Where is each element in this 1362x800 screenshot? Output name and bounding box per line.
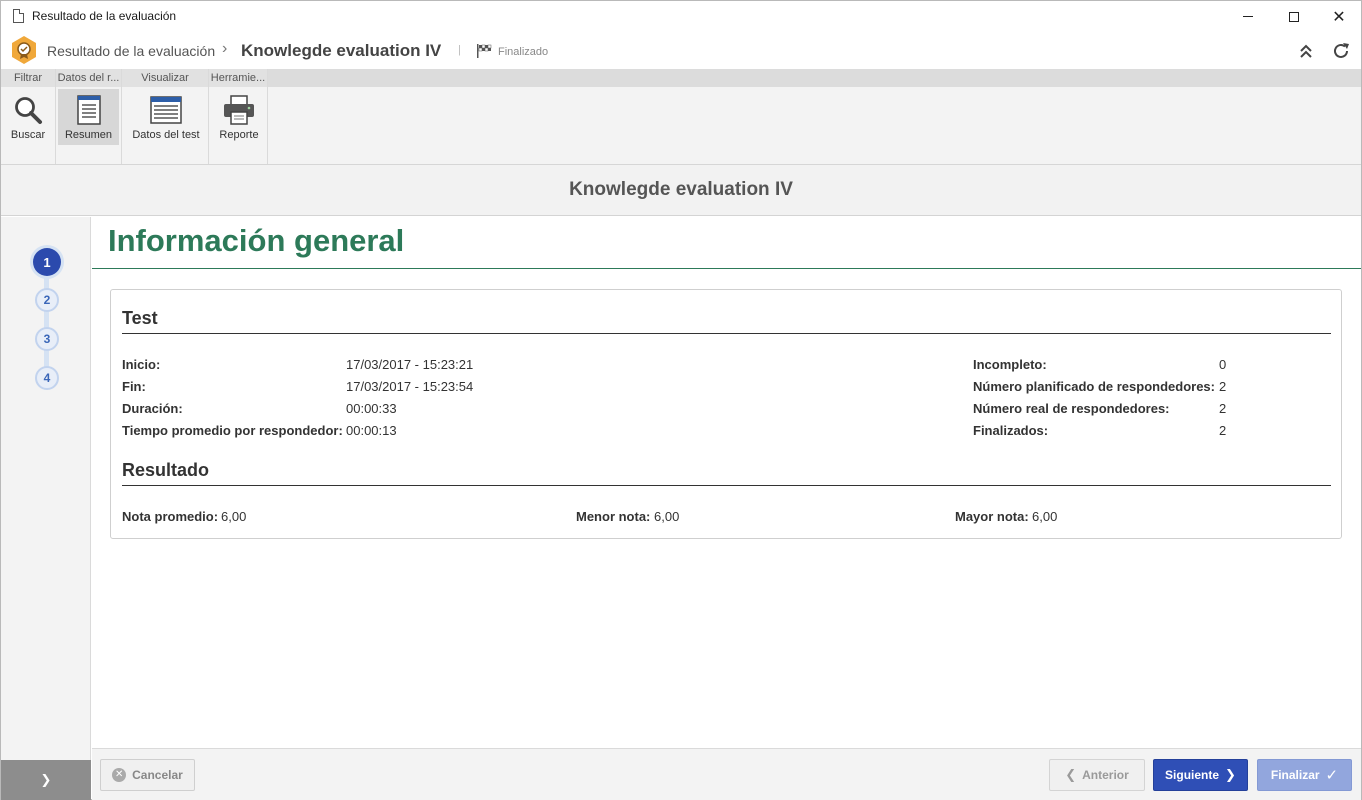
group-visualizar: Visualizar Datos del test (122, 69, 209, 164)
sidebar-expand-button[interactable]: ❯ (1, 760, 91, 800)
table-window-icon (150, 96, 182, 124)
planificado-label: Número planificado de respondedores: (973, 379, 1215, 394)
finish-button[interactable]: Finalizar ✓ (1257, 759, 1352, 791)
resultado-heading: Resultado (122, 460, 210, 480)
maximize-button[interactable] (1271, 1, 1317, 32)
planificado-value: 2 (1219, 379, 1227, 394)
breadcrumb-current: Knowlegde evaluation IV (241, 41, 442, 60)
app-window: Resultado de la evaluación ✕ Resultado d… (0, 0, 1362, 800)
group-filtrar: Filtrar Buscar (1, 69, 56, 164)
real-label: Número real de respondedores: (973, 401, 1170, 416)
step-1[interactable]: 1 (33, 248, 61, 276)
collapse-up-icon[interactable] (1298, 42, 1314, 60)
chevron-left-icon: ❮ (1065, 767, 1077, 783)
page-title: Knowlegde evaluation IV (569, 179, 793, 200)
tiempo-promedio-value: 00:00:13 (346, 423, 397, 438)
group-label-visualizar: Visualizar (122, 69, 208, 87)
cancel-label: Cancelar (132, 768, 183, 782)
document-icon (13, 9, 24, 23)
step-connector (44, 261, 49, 381)
incompleto-value: 0 (1219, 357, 1227, 372)
breadcrumb-divider: | (458, 44, 461, 56)
duracion-label: Duración: (122, 401, 183, 416)
maximize-icon (1289, 11, 1299, 22)
fin-value: 17/03/2017 - 15:23:54 (346, 379, 474, 394)
chevron-right-icon: ❯ (1225, 767, 1236, 783)
main-content: Información general Test Inicio: 17/03/2… (92, 217, 1361, 748)
group-label-filtrar: Filtrar (1, 69, 55, 87)
page-header: Knowlegde evaluation IV (1, 165, 1361, 216)
previous-label: Anterior (1082, 768, 1129, 782)
ribbon-toolbar: Filtrar Buscar Datos del r... Resumen Vi… (1, 69, 1361, 165)
previous-button[interactable]: ❮ Anterior (1049, 759, 1145, 791)
search-icon (15, 97, 42, 124)
fin-label: Fin: (122, 379, 146, 394)
resultado-divider (122, 485, 1331, 486)
mayor-nota-label: Mayor nota: (955, 509, 1029, 524)
resumen-button[interactable]: Resumen (58, 89, 119, 145)
title-bar: Resultado de la evaluación ✕ (1, 1, 1361, 32)
nota-promedio-value: 6,00 (221, 509, 247, 524)
breadcrumb: Resultado de la evaluación › Knowlegde e… (1, 32, 1361, 69)
datos-del-test-button[interactable]: Datos del test (126, 89, 206, 145)
real-value: 2 (1219, 401, 1227, 416)
next-button[interactable]: Siguiente ❯ (1153, 759, 1248, 791)
finalizados-label: Finalizados: (973, 423, 1049, 438)
step-4[interactable]: 4 (35, 366, 59, 390)
next-label: Siguiente (1165, 768, 1220, 782)
cancel-icon: ✕ (112, 768, 127, 782)
section-divider (92, 268, 1361, 269)
minimize-icon (1243, 16, 1253, 17)
resumen-label: Resumen (64, 129, 113, 141)
cancel-button[interactable]: ✕ Cancelar (100, 759, 195, 791)
minimize-button[interactable] (1225, 1, 1271, 32)
reporte-label: Reporte (219, 129, 259, 141)
duracion-value: 00:00:33 (346, 401, 397, 416)
reporte-button[interactable]: Reporte (212, 89, 266, 145)
finalizados-value: 2 (1219, 423, 1227, 438)
footer-bar: ✕ Cancelar ❮ Anterior Siguiente ❯ Finali… (92, 748, 1361, 800)
status-label: Finalizado (498, 46, 549, 58)
buscar-button[interactable]: Buscar (3, 89, 53, 145)
breadcrumb-parent[interactable]: Resultado de la evaluación (47, 43, 215, 59)
step-3[interactable]: 3 (35, 327, 59, 351)
section-title: Información general (108, 223, 405, 258)
inicio-value: 17/03/2017 - 15:23:21 (346, 357, 474, 372)
group-datos-registro: Datos del r... Resumen (56, 69, 122, 164)
group-label-herramientas: Herramie... (209, 69, 267, 87)
window-title: Resultado de la evaluación (32, 9, 177, 23)
inicio-label: Inicio: (122, 357, 161, 372)
step-2[interactable]: 2 (35, 288, 59, 312)
finish-label: Finalizar (1270, 768, 1320, 782)
chevron-right-icon: ❯ (40, 772, 52, 788)
breadcrumb-separator: › (222, 40, 228, 57)
checkered-flag-icon (477, 44, 492, 58)
refresh-icon[interactable] (1331, 41, 1351, 61)
test-divider (122, 333, 1331, 334)
tiempo-promedio-label: Tiempo promedio por respondedor: (122, 423, 343, 438)
test-heading: Test (122, 308, 158, 328)
checkmark-icon: ✓ (1325, 766, 1339, 784)
group-label-datos: Datos del r... (56, 69, 121, 87)
incompleto-label: Incompleto: (973, 357, 1047, 372)
buscar-label: Buscar (10, 129, 46, 141)
close-icon: ✕ (1332, 6, 1346, 26)
printer-icon (224, 95, 254, 125)
datos-del-test-label: Datos del test (132, 129, 200, 141)
info-card: Test Inicio: 17/03/2017 - 15:23:21 Fin: … (110, 289, 1342, 539)
nota-promedio-label: Nota promedio: (122, 509, 219, 524)
step-sidebar: 1 2 3 4 (1, 217, 91, 760)
menor-nota-value: 6,00 (654, 509, 680, 524)
summary-doc-icon (76, 95, 101, 125)
group-herramientas: Herramie... Reporte (209, 69, 268, 164)
menor-nota-label: Menor nota: (576, 509, 651, 524)
app-logo-icon (12, 36, 36, 64)
mayor-nota-value: 6,00 (1032, 509, 1058, 524)
close-button[interactable]: ✕ (1316, 1, 1362, 32)
